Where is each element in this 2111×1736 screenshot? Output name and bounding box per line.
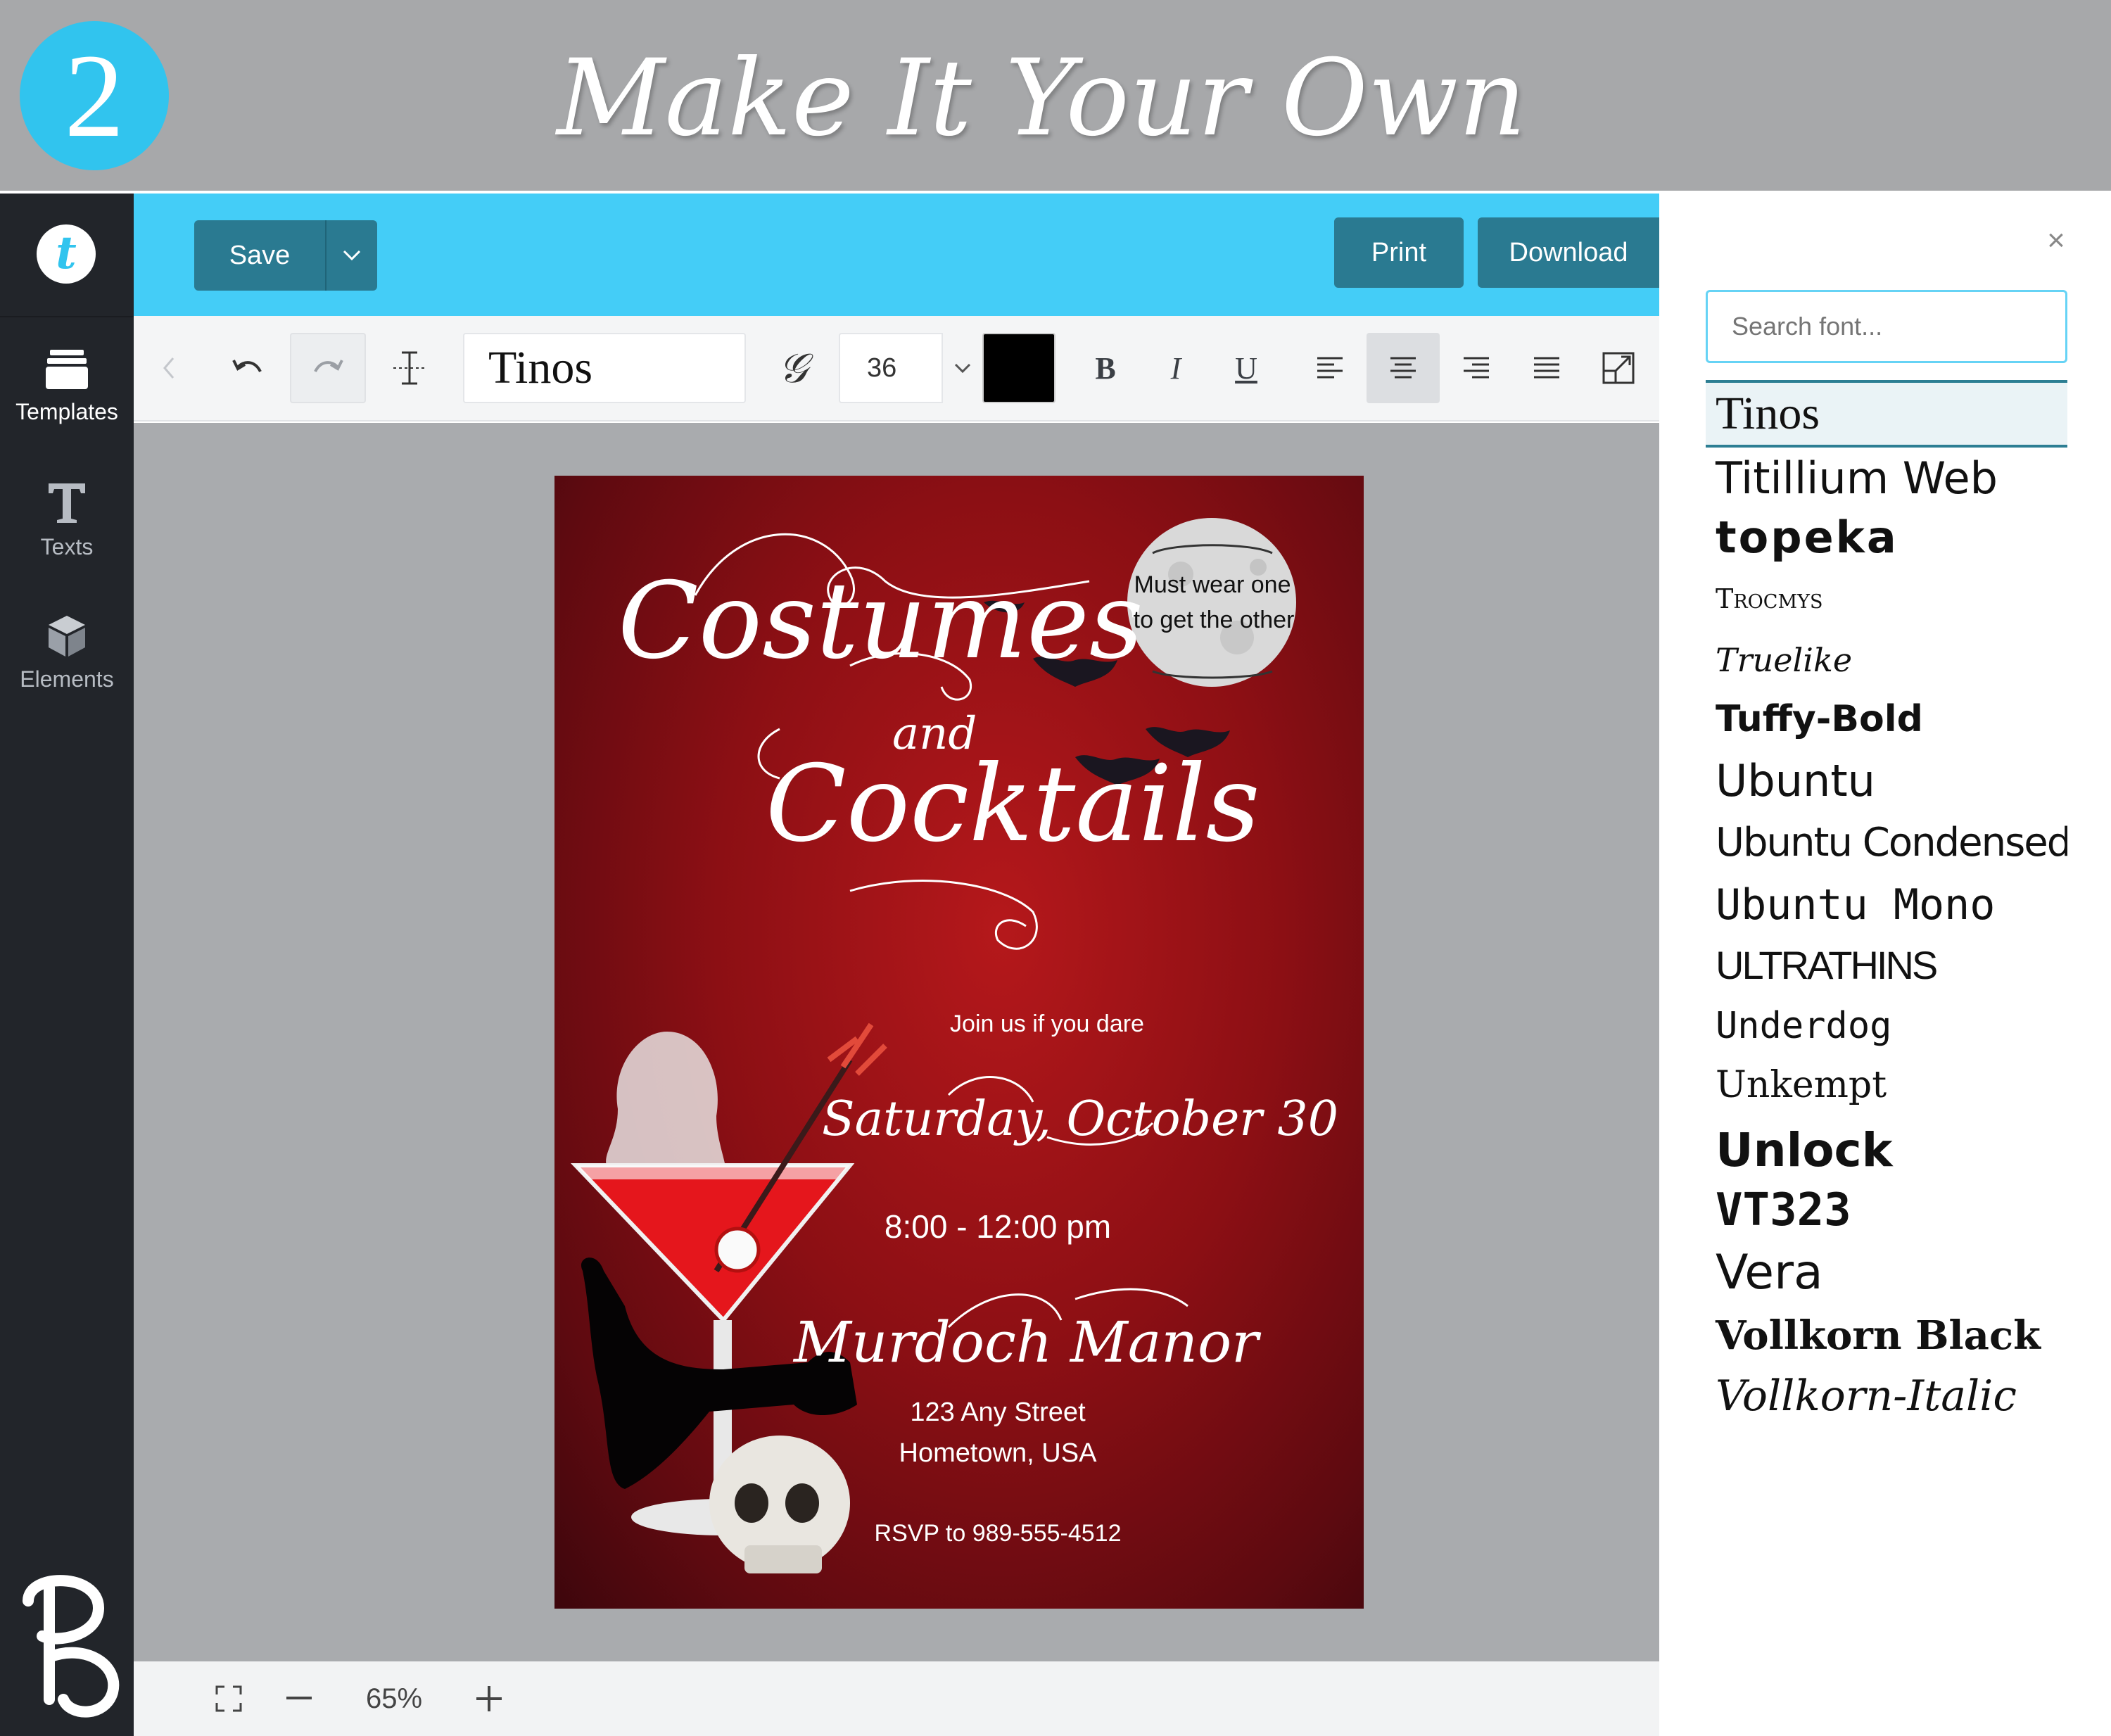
expand-icon <box>1602 352 1635 384</box>
sidebar-item-label: Elements <box>20 666 114 692</box>
app-logo[interactable]: t <box>0 194 134 317</box>
download-button[interactable]: Download <box>1478 217 1659 288</box>
italic-icon: I <box>1170 350 1181 386</box>
moon-text-line-2[interactable]: to get the other <box>1126 607 1302 634</box>
font-option-vollkorn-black[interactable]: Vollkorn Black <box>1706 1306 2067 1365</box>
event-time[interactable]: 8:00 - 12:00 pm <box>787 1208 1209 1246</box>
script-g-icon: 𝒢 <box>778 343 808 392</box>
layers-icon <box>46 350 88 389</box>
font-option-trocmys[interactable]: Trocmys <box>1706 574 2067 623</box>
underline-button[interactable]: U <box>1215 333 1278 403</box>
fit-screen-button[interactable] <box>204 1661 253 1736</box>
header-banner: 2 Make It Your Own <box>0 0 2111 191</box>
line-height-icon <box>393 351 426 385</box>
align-center-icon <box>1390 357 1416 379</box>
font-size-dropdown[interactable] <box>943 333 982 403</box>
zoom-bar: 65% <box>134 1661 1659 1736</box>
align-justify-button[interactable] <box>1511 333 1582 403</box>
close-icon[interactable]: × <box>2041 225 2072 256</box>
chevron-left-icon <box>163 357 175 379</box>
format-toolbar: Tinos 𝒢 36 B I U <box>134 316 1659 422</box>
save-button[interactable]: Save <box>194 220 325 291</box>
font-option-vt323[interactable]: VT323 <box>1706 1181 2067 1240</box>
font-option-unlock[interactable]: Unlock <box>1706 1119 2067 1182</box>
font-family-field[interactable]: Tinos <box>463 333 746 403</box>
brand-logo-icon <box>23 1575 120 1718</box>
font-option-topeka[interactable]: topeka <box>1706 509 2067 566</box>
print-button[interactable]: Print <box>1334 217 1464 288</box>
font-option-tuffy-bold[interactable]: Tuffy-Bold <box>1706 691 2067 747</box>
font-option-tinos[interactable]: Tinos <box>1706 380 2067 448</box>
font-option-titillium-web[interactable]: Titillium Web <box>1706 450 2067 507</box>
editor-topbar: Save Print Download <box>134 194 1659 316</box>
chevron-down-icon <box>954 363 971 374</box>
sidebar-item-label: Texts <box>40 534 94 559</box>
zoom-level: 65% <box>365 1683 423 1714</box>
card-title-line-1[interactable]: Costumes <box>618 560 1143 683</box>
text-spacing-button[interactable] <box>381 333 438 403</box>
undo-button[interactable] <box>213 333 283 403</box>
cube-icon <box>49 616 85 657</box>
zoom-out-button[interactable] <box>274 1661 324 1736</box>
redo-icon <box>314 360 343 373</box>
font-option-ubuntu-condensed[interactable]: Ubuntu Condensed <box>1706 812 2067 874</box>
sidebar-item-elements[interactable]: Elements <box>0 614 134 692</box>
resize-button[interactable] <box>1583 333 1654 403</box>
ghost <box>606 1032 726 1181</box>
bold-button[interactable]: B <box>1074 333 1137 403</box>
text-color-picker[interactable] <box>982 333 1056 403</box>
save-options-button[interactable] <box>325 220 377 291</box>
font-option-ultrathins[interactable]: ULTRATHINS <box>1706 936 2067 995</box>
address-line-1[interactable]: 123 Any Street <box>787 1398 1209 1428</box>
text-icon <box>49 483 85 523</box>
app-logo-icon: t <box>37 224 96 284</box>
venue-name[interactable]: Murdoch Manor <box>794 1310 1258 1375</box>
fullscreen-icon <box>215 1685 242 1712</box>
align-justify-icon <box>1534 357 1559 379</box>
card-title-line-2[interactable]: Cocktails <box>766 743 1260 866</box>
minus-icon <box>286 1697 312 1699</box>
font-option-underdog[interactable]: Underdog <box>1706 996 2067 1056</box>
invitation-card[interactable]: Costumes and Cocktails Must wear one to … <box>554 476 1364 1609</box>
italic-button[interactable]: I <box>1144 333 1207 403</box>
font-option-vera[interactable]: Vera <box>1706 1241 2067 1305</box>
moon-text-line-1[interactable]: Must wear one <box>1131 571 1293 599</box>
zoom-in-button[interactable] <box>464 1661 514 1736</box>
font-option-vollkorn-italic[interactable]: Vollkorn-Italic <box>1706 1365 2067 1427</box>
sidebar-item-texts[interactable]: Texts <box>0 481 134 560</box>
collapse-button[interactable] <box>148 333 190 403</box>
bold-icon: B <box>1095 350 1116 386</box>
chevron-down-icon <box>343 250 361 261</box>
align-right-button[interactable] <box>1441 333 1511 403</box>
sidebar-item-label: Templates <box>15 399 118 424</box>
align-left-icon <box>1317 357 1343 379</box>
font-option-ubuntu[interactable]: Ubuntu <box>1706 750 2067 812</box>
event-date[interactable]: Saturday, October 30 <box>822 1091 1338 1147</box>
left-sidebar: t Templates Texts Elements <box>0 194 134 1736</box>
align-center-button[interactable] <box>1367 333 1440 403</box>
font-size-field[interactable]: 36 <box>839 333 943 403</box>
sidebar-item-templates[interactable]: Templates <box>0 348 134 425</box>
redo-button[interactable] <box>290 333 366 403</box>
banner-title: Make It Your Own <box>557 37 1526 160</box>
plus-icon <box>476 1686 502 1711</box>
address-line-2[interactable]: Hometown, USA <box>787 1438 1209 1469</box>
font-option-truelike[interactable]: Truelike <box>1706 631 2067 690</box>
tagline[interactable]: Join us if you dare <box>766 1010 1329 1038</box>
align-right-icon <box>1464 357 1489 379</box>
font-effects-button[interactable]: 𝒢 <box>761 333 825 403</box>
font-search-input[interactable] <box>1706 290 2067 363</box>
rsvp-line[interactable]: RSVP to 989-555-4512 <box>787 1520 1209 1547</box>
align-left-button[interactable] <box>1295 333 1365 403</box>
underline-icon: U <box>1235 350 1257 386</box>
font-option-ubuntu-mono[interactable]: Ubuntu Mono <box>1706 874 2067 936</box>
undo-icon <box>232 360 262 373</box>
font-option-unkempt[interactable]: Unkempt <box>1706 1056 2067 1115</box>
moon <box>1127 518 1296 687</box>
